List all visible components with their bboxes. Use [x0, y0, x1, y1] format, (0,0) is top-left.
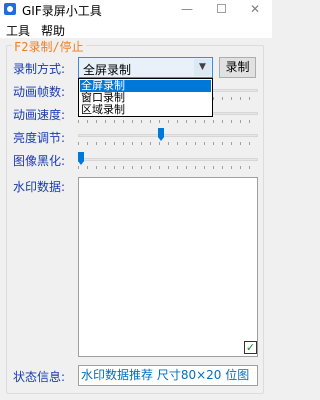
brightness-slider[interactable] [78, 128, 258, 145]
speed-label: 动画速度: [13, 108, 66, 122]
menu-tools[interactable]: 工具 [6, 22, 30, 39]
brightness-slider-thumb[interactable] [158, 128, 164, 141]
watermark-label: 水印数据: [13, 180, 66, 194]
dropdown-option-region[interactable]: 区域录制 [80, 104, 211, 116]
menu-help[interactable]: 帮助 [41, 22, 65, 39]
record-mode-dropdown-list: 全屏录制 窗口录制 区域录制 [78, 78, 213, 117]
watermark-enable-checkbox[interactable]: ✓ [244, 341, 257, 354]
status-label: 状态信息: [13, 370, 66, 384]
slider-track [78, 158, 258, 161]
groupbox-legend: F2录制/停止 [12, 38, 86, 55]
record-mode-value: 全屏录制 [83, 63, 132, 77]
fps-label: 动画帧数: [13, 85, 66, 99]
maximize-icon [216, 4, 226, 13]
menu-bar: 工具 帮助 [0, 19, 272, 39]
slider-track [78, 134, 258, 137]
record-mode-label: 录制方式: [13, 62, 66, 76]
minimize-button[interactable]: — [170, 0, 204, 19]
slider-ticks [78, 142, 258, 145]
gif-app-icon [4, 3, 16, 15]
blackening-slider-thumb[interactable] [78, 152, 84, 165]
brightness-label: 亮度调节: [13, 131, 66, 145]
slider-ticks [78, 166, 258, 169]
maximize-button[interactable] [204, 0, 238, 19]
status-info-field: 水印数据推荐 尺寸80×20 位图 [78, 365, 258, 386]
watermark-data-area[interactable] [78, 177, 258, 357]
record-mode-combobox[interactable]: 全屏录制 ▼ [78, 57, 213, 78]
slider-ticks [78, 120, 258, 123]
blackening-slider[interactable] [78, 152, 258, 169]
window-title: GIF录屏小工具 [22, 4, 102, 18]
blackening-label: 图像黑化: [13, 154, 66, 168]
chevron-down-icon[interactable]: ▼ [194, 59, 211, 76]
title-bar[interactable]: GIF录屏小工具 — ✕ [0, 0, 272, 19]
close-button[interactable]: ✕ [238, 0, 272, 19]
record-button[interactable]: 录制 [219, 57, 256, 78]
